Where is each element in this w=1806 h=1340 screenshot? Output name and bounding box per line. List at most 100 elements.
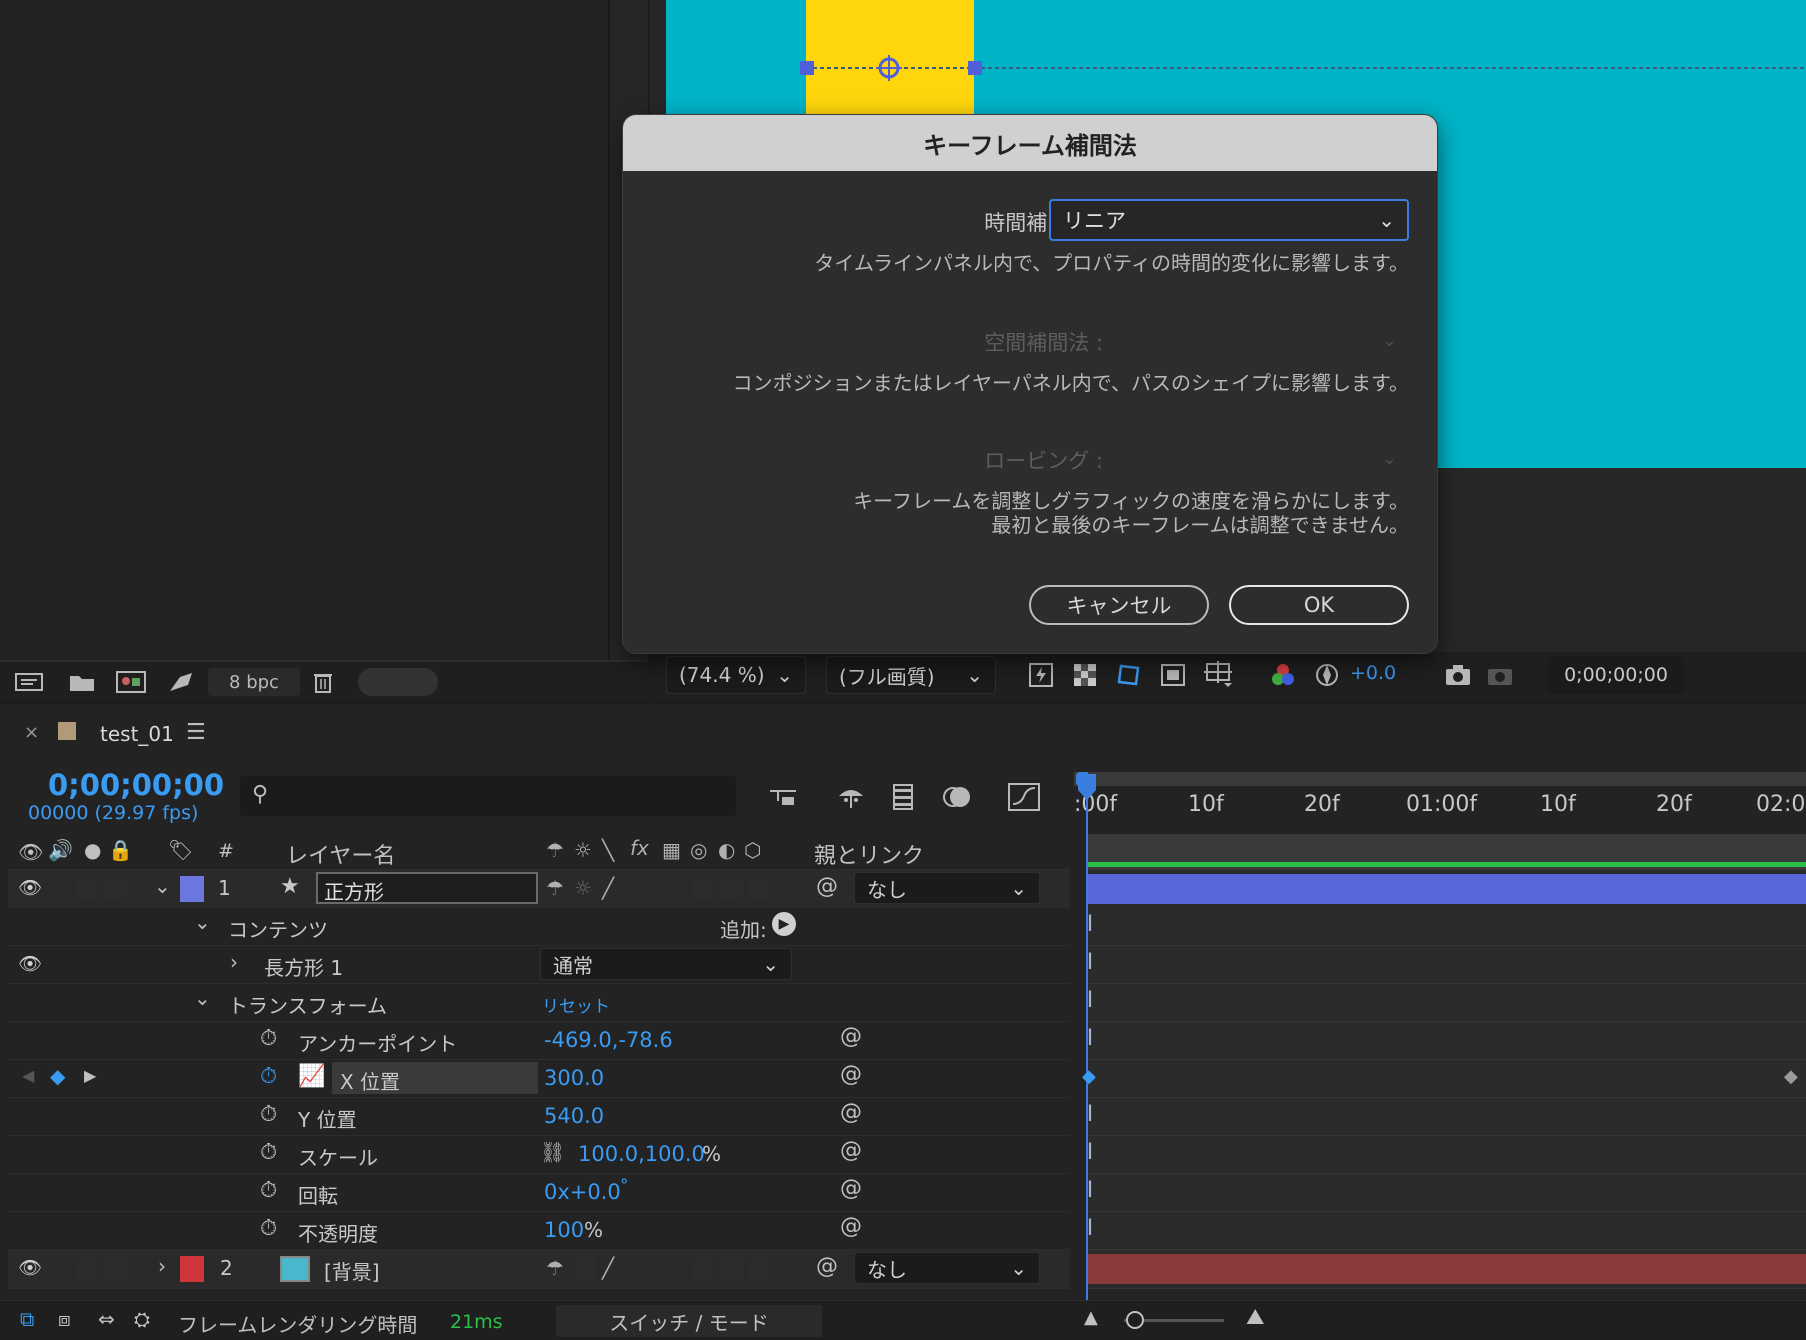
blend-mode-dropdown[interactable]: 通常 ⌄ (540, 948, 792, 980)
comp-mini-flowchart-icon[interactable] (766, 780, 800, 814)
3d-toggle[interactable] (748, 1258, 770, 1280)
keyframe-diamond-icon[interactable]: ◆ (1784, 1066, 1798, 1087)
stopwatch-icon[interactable]: ⏱ (260, 1140, 277, 1165)
exposure-icon[interactable] (1312, 660, 1342, 690)
adjustment-toggle[interactable] (720, 1258, 742, 1280)
constrain-proportions-link-icon[interactable]: ⛓ (540, 1140, 565, 1164)
parent-dropdown[interactable]: なし ⌄ (854, 872, 1040, 904)
graph-icon[interactable]: 📈 (298, 1064, 325, 1089)
lock-icon[interactable]: 🔒 (108, 838, 133, 862)
property-value[interactable]: 100 (544, 1218, 584, 1242)
thumbnail-slider[interactable] (358, 668, 438, 696)
next-keyframe-icon[interactable]: ▶ (84, 1066, 96, 1085)
grid-guides-icon[interactable] (1202, 660, 1236, 690)
zoom-in-icon[interactable]: ⛰ (1246, 1305, 1264, 1330)
collapse-toggle[interactable] (574, 1258, 596, 1280)
chevron-right-icon[interactable]: › (230, 950, 238, 974)
resolution-dropdown[interactable]: (フル画質) ⌄ (826, 656, 996, 694)
shy-switch-icon[interactable]: ☂ (546, 876, 564, 900)
property-row[interactable]: ⏱ スケール ⛓ 100.0,100.0 % @ (8, 1136, 1070, 1174)
stopwatch-icon[interactable]: ⏱ (260, 1026, 277, 1051)
lock-toggle[interactable] (104, 878, 126, 900)
pick-whip-icon[interactable]: @ (816, 1254, 838, 1279)
property-row-selected[interactable]: ◀ ◆ ▶ ⏱ 📈 X 位置 300.0 @ (8, 1060, 1070, 1098)
composition-tab[interactable]: test_01 (100, 722, 200, 748)
cancel-button[interactable]: キャンセル (1029, 585, 1209, 625)
shape-group-row[interactable]: 👁 › 長方形 1 通常 ⌄ (8, 946, 1070, 984)
expression-pick-whip-icon[interactable]: @ (840, 1062, 862, 1087)
chevron-right-icon[interactable]: › (158, 1254, 166, 1278)
property-row[interactable]: ⏱ 回転 0x+0.0 ° @ (8, 1174, 1070, 1212)
time-ruler[interactable]: :00f 10f 20f 01:00f 10f 20f 02:0 (1074, 786, 1806, 830)
fast-preview-icon[interactable] (1026, 660, 1056, 690)
layer-row[interactable]: 👁 ⌄ 1 ★ 正方形 ☂ ☼ ╱ @ なし ⌄ (8, 870, 1070, 909)
transparency-grid-icon[interactable] (1070, 660, 1100, 690)
in-out-icon[interactable]: ⇔ (98, 1307, 115, 1331)
zoom-slider-handle[interactable] (1126, 1311, 1144, 1329)
chevron-down-icon[interactable]: ⌄ (194, 986, 211, 1010)
eye-icon[interactable]: 👁 (18, 952, 42, 975)
render-queue-icon[interactable] (164, 668, 198, 696)
layer-row[interactable]: 👁 › 2 [背景] ☂ ╱ @ なし ⌄ (8, 1250, 1070, 1289)
solo-toggle[interactable] (76, 1258, 98, 1280)
exposure-value[interactable]: +0.0 (1350, 662, 1400, 688)
frame-blending-icon[interactable] (886, 780, 920, 814)
bit-depth-button[interactable]: 8 bpc (208, 668, 300, 696)
layer-name-input[interactable]: 正方形 (316, 872, 538, 904)
property-value[interactable]: 100.0,100.0 (578, 1142, 705, 1166)
channel-icon[interactable] (1268, 660, 1298, 690)
layer-duration-bar[interactable] (1088, 1254, 1806, 1284)
expression-pick-whip-icon[interactable]: @ (840, 1138, 862, 1163)
chevron-down-icon[interactable]: ⌄ (194, 910, 211, 934)
switch-mode-toggle[interactable]: スイッチ / モード (556, 1305, 822, 1337)
label-icon[interactable]: 🏷 (168, 838, 193, 862)
collapse-switch-icon[interactable]: ☼ (574, 876, 592, 900)
graph-editor-icon[interactable] (1004, 780, 1044, 814)
expression-pick-whip-icon[interactable]: @ (840, 1214, 862, 1239)
layer-label-color[interactable] (180, 1256, 204, 1282)
keyframe-diamond-icon[interactable]: ◆ (50, 1064, 65, 1088)
motion-blur-toggle[interactable] (692, 1258, 714, 1280)
solo-icon[interactable]: ● (84, 838, 101, 862)
mask-visibility-icon[interactable] (1114, 660, 1144, 690)
motion-blur-icon[interactable] (940, 780, 974, 814)
folder-icon[interactable] (64, 668, 100, 696)
property-value[interactable]: 0x+0.0 (544, 1180, 621, 1204)
keyframe-diamond-icon[interactable]: ◆ (1082, 1066, 1096, 1087)
eye-icon[interactable]: 👁 (18, 840, 43, 864)
previous-keyframe-icon[interactable]: ◀ (22, 1066, 34, 1085)
eye-icon[interactable]: 👁 (18, 1256, 42, 1279)
camera-icon[interactable] (1442, 660, 1474, 690)
menu-icon[interactable]: ☰ (186, 720, 210, 746)
close-tab-icon[interactable]: × (24, 722, 44, 746)
layer-search-input[interactable]: ⚲ (240, 776, 736, 816)
current-timecode[interactable]: 0;00;00;00 (48, 768, 238, 802)
expression-pick-whip-icon[interactable]: @ (840, 1176, 862, 1201)
region-of-interest-icon[interactable] (1158, 660, 1188, 690)
layer-duration-bar[interactable] (1088, 874, 1806, 904)
chevron-down-icon[interactable]: ⌄ (154, 874, 171, 898)
property-value[interactable]: 300.0 (544, 1066, 604, 1090)
adjustment-toggle[interactable] (720, 878, 742, 900)
property-row[interactable]: ⏱ Y 位置 540.0 @ (8, 1098, 1070, 1136)
stopwatch-icon[interactable]: ⏱ (260, 1216, 277, 1241)
property-row[interactable]: ⏱ アンカーポイント -469.0,-78.6 @ (8, 1022, 1070, 1060)
layer-name[interactable]: [背景] (324, 1256, 380, 1285)
expression-pick-whip-icon[interactable]: @ (840, 1024, 862, 1049)
work-area-bar[interactable] (1074, 772, 1806, 786)
zoom-dropdown[interactable]: (74.4 %) ⌄ (666, 656, 806, 694)
shy-layers-icon[interactable] (834, 780, 868, 814)
zoom-out-icon[interactable]: ▲ (1084, 1307, 1098, 1328)
show-snapshot-icon[interactable] (1484, 660, 1516, 690)
pick-whip-icon[interactable]: @ (816, 874, 838, 899)
motion-blur-toggle[interactable] (692, 878, 714, 900)
property-value[interactable]: 540.0 (544, 1104, 604, 1128)
3d-toggle[interactable] (748, 878, 770, 900)
property-value[interactable]: -469.0,-78.6 (544, 1028, 673, 1052)
solo-toggle[interactable] (76, 878, 98, 900)
temporal-interpolation-select[interactable]: リニア ⌄ (1049, 199, 1409, 241)
stopwatch-icon[interactable]: ⏱ (260, 1102, 277, 1127)
trash-icon[interactable] (308, 668, 338, 696)
property-row[interactable]: ⏱ 不透明度 100 % @ (8, 1212, 1070, 1250)
shy-switch-icon[interactable]: ☂ (546, 1256, 564, 1280)
